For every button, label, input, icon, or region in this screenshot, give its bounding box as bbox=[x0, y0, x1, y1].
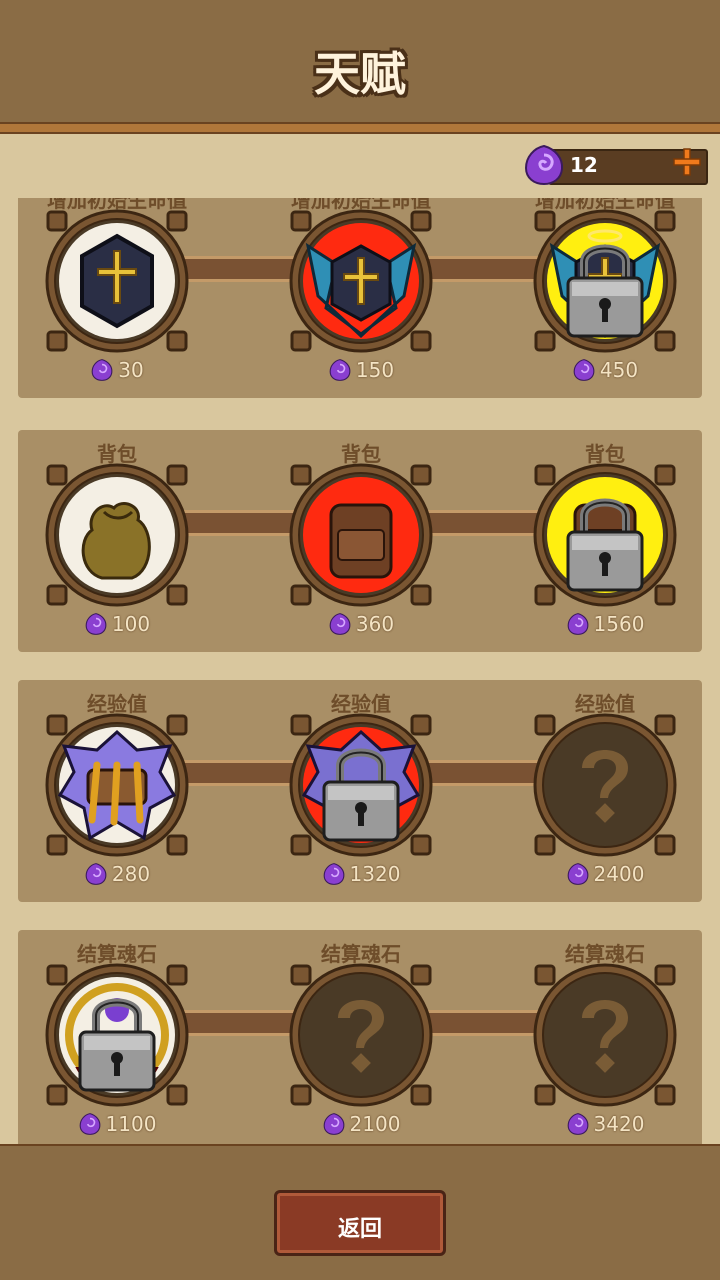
header-divider bbox=[0, 122, 720, 134]
page-title: 天赋 bbox=[314, 47, 406, 101]
soul-stone-icon bbox=[91, 359, 113, 381]
currency-display: 12 bbox=[522, 143, 708, 186]
winged-halo-shield-icon[interactable] bbox=[530, 206, 680, 356]
currency-amount: 12 bbox=[570, 153, 598, 177]
cross-shield-icon[interactable] bbox=[42, 206, 192, 356]
talent-cost: 150 bbox=[286, 358, 436, 384]
soul-stone-icon bbox=[85, 613, 107, 635]
cost-value: 3420 bbox=[593, 1112, 645, 1136]
soul-stone-icon bbox=[85, 863, 107, 885]
cost-value: 450 bbox=[599, 358, 639, 382]
talent-cost: 360 bbox=[286, 612, 436, 638]
soul-stone-icon bbox=[323, 863, 344, 885]
talent-node[interactable]: 结算魂石 2100 bbox=[286, 930, 436, 1144]
soul-stone-icon bbox=[79, 1113, 100, 1135]
soul-stone-icon bbox=[567, 613, 588, 635]
cost-value: 30 bbox=[118, 358, 144, 382]
talent-cost: 2400 bbox=[530, 862, 680, 888]
talent-node[interactable]: 经验值 1320 bbox=[286, 680, 436, 902]
add-currency-button[interactable] bbox=[672, 147, 702, 177]
talent-row: 增加初始生命值 30 增加初始生命值 150 增加初始生命值 450 bbox=[18, 198, 702, 398]
soul-stone-icon bbox=[524, 144, 564, 186]
talent-row: 结算魂石 1100 结算魂石 2100 结算魂石 3420 bbox=[18, 930, 702, 1144]
talent-node[interactable]: 背包 100 bbox=[42, 430, 192, 652]
talent-cost: 3420 bbox=[530, 1112, 680, 1138]
backpack-icon[interactable] bbox=[286, 460, 436, 610]
soul-gem-icon[interactable] bbox=[42, 960, 192, 1110]
scroll-icon[interactable] bbox=[42, 710, 192, 860]
talent-cost: 1100 bbox=[42, 1112, 192, 1138]
cost-value: 1320 bbox=[349, 862, 401, 886]
talent-node[interactable]: 背包 1560 bbox=[530, 430, 680, 652]
talent-node[interactable]: 背包 360 bbox=[286, 430, 436, 652]
cost-value: 280 bbox=[111, 862, 151, 886]
talent-node[interactable]: 增加初始生命值 30 bbox=[42, 198, 192, 398]
question-mark-icon[interactable] bbox=[286, 960, 436, 1110]
talent-node[interactable]: 增加初始生命值 450 bbox=[530, 198, 680, 398]
talent-cost: 1320 bbox=[286, 862, 436, 888]
cost-value: 360 bbox=[355, 612, 395, 636]
talent-node[interactable]: 结算魂石 3420 bbox=[530, 930, 680, 1144]
winged-cross-shield-icon[interactable] bbox=[286, 206, 436, 356]
soul-stone-icon bbox=[329, 613, 351, 635]
soul-stone-icon bbox=[323, 1113, 344, 1135]
rune-scroll-icon[interactable] bbox=[286, 710, 436, 860]
talent-row: 背包 100 背包 360 背包 1560 bbox=[18, 430, 702, 652]
talent-cost: 2100 bbox=[286, 1112, 436, 1138]
talent-cost: 450 bbox=[530, 358, 680, 384]
talent-node[interactable]: 增加初始生命值 150 bbox=[286, 198, 436, 398]
talent-cost: 1560 bbox=[530, 612, 680, 638]
back-button[interactable]: 返回 bbox=[274, 1190, 446, 1256]
talent-list[interactable]: 增加初始生命值 30 增加初始生命值 150 增加初始生命值 450 背包 100 背包 360 背… bbox=[18, 198, 702, 1144]
talent-cost: 280 bbox=[42, 862, 192, 888]
soul-stone-icon bbox=[329, 359, 351, 381]
cost-value: 1560 bbox=[593, 612, 645, 636]
cost-value: 150 bbox=[355, 358, 395, 382]
soul-stone-icon bbox=[567, 1113, 588, 1135]
talent-node[interactable]: 经验值 280 bbox=[42, 680, 192, 902]
sack-icon[interactable] bbox=[42, 460, 192, 610]
cost-value: 2100 bbox=[349, 1112, 401, 1136]
talent-cost: 100 bbox=[42, 612, 192, 638]
backpack-icon[interactable] bbox=[530, 460, 680, 610]
cost-value: 2400 bbox=[593, 862, 645, 886]
header-bar: 天赋 bbox=[0, 0, 720, 124]
cost-value: 100 bbox=[111, 612, 151, 636]
question-mark-icon[interactable] bbox=[530, 710, 680, 860]
question-mark-icon[interactable] bbox=[530, 960, 680, 1110]
talent-node[interactable]: 结算魂石 1100 bbox=[42, 930, 192, 1144]
back-button-label: 返回 bbox=[337, 1217, 382, 1242]
talent-cost: 30 bbox=[42, 358, 192, 384]
soul-stone-icon bbox=[573, 359, 595, 381]
talent-node[interactable]: 经验值 2400 bbox=[530, 680, 680, 902]
soul-stone-icon bbox=[567, 863, 588, 885]
talent-row: 经验值 280 经验值 1320 经验值 2400 bbox=[18, 680, 702, 902]
cost-value: 1100 bbox=[105, 1112, 157, 1136]
